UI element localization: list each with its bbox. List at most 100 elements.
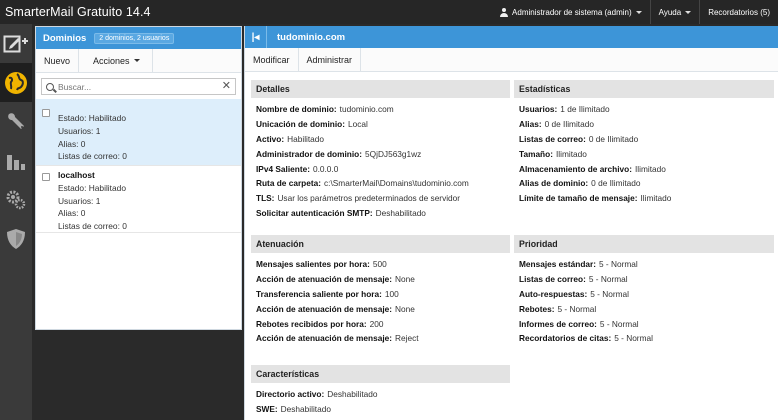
nav-system-settings[interactable] bbox=[0, 180, 32, 219]
top-right-menu: Administrador de sistema (admin) Ayuda R… bbox=[492, 0, 778, 24]
stat-row: Tamaño: Ilimitado bbox=[519, 146, 774, 161]
details-section-title: Detalles bbox=[251, 80, 510, 98]
domain-lists: Listas de correo: 0 bbox=[58, 221, 127, 232]
field-label: Administrador de dominio: bbox=[256, 148, 363, 159]
wrench-icon bbox=[8, 112, 24, 129]
field-value: 0 de Ilimitado bbox=[544, 119, 594, 130]
priority-section: Prioridad Mensajes estándar: 5 - Normal L… bbox=[514, 235, 774, 346]
nav-compose[interactable] bbox=[0, 24, 32, 63]
chevron-down-icon bbox=[133, 59, 140, 62]
search-input[interactable] bbox=[58, 81, 222, 92]
help-menu[interactable]: Ayuda bbox=[649, 0, 700, 24]
detail-toolbar: Modificar Administrar bbox=[245, 48, 778, 72]
help-menu-label: Ayuda bbox=[658, 7, 682, 17]
nav-security[interactable] bbox=[0, 219, 32, 258]
details-section: Detalles Nombre de dominio: tudominio.com… bbox=[251, 80, 510, 221]
domain-list-item[interactable]: Estado: Habilitado Usuarios: 1 Alias: 0 … bbox=[36, 99, 241, 166]
field-label: Usuarios: bbox=[519, 104, 558, 115]
new-domain-button[interactable]: Nuevo bbox=[36, 49, 80, 72]
field-label: Auto-respuestas: bbox=[519, 288, 588, 299]
nav-reports[interactable] bbox=[0, 141, 32, 180]
app-title: SmarterMail Gratuito 14.4 bbox=[5, 5, 151, 19]
field-label: Mensajes estándar: bbox=[519, 259, 597, 270]
field-label: Activo: bbox=[256, 133, 285, 144]
clear-search-icon[interactable]: ✕ bbox=[222, 81, 231, 92]
stat-row: Alias: 0 de Ilimitado bbox=[519, 117, 774, 132]
throttling-section-title: Atenuación bbox=[251, 235, 510, 253]
domain-name: localhost bbox=[58, 170, 95, 180]
reminders-label: Recordatorios (5) bbox=[708, 7, 770, 17]
reminders-link[interactable]: Recordatorios (5) bbox=[699, 0, 778, 24]
field-value: 200 bbox=[369, 318, 384, 329]
detail-row: Activo: Habilitado bbox=[256, 132, 510, 147]
stat-row: Alias de dominio: 0 de Ilimitado bbox=[519, 176, 774, 191]
administer-button[interactable]: Administrar bbox=[299, 48, 362, 71]
field-value: 100 bbox=[384, 288, 399, 299]
field-label: TLS: bbox=[256, 193, 275, 204]
domain-detail-panel: |◂ tudominio.com Modificar Administrar D… bbox=[244, 26, 778, 420]
priority-row: Auto-respuestas: 5 - Normal bbox=[519, 287, 774, 302]
field-value: 5 - Normal bbox=[599, 259, 638, 270]
field-value: 5 - Normal bbox=[557, 303, 597, 314]
domain-aliases: Alias: 0 bbox=[58, 208, 86, 219]
field-value: None bbox=[395, 303, 415, 314]
priority-row: Listas de correo: 5 - Normal bbox=[519, 272, 774, 287]
field-label: Rebotes recibidos por hora: bbox=[256, 318, 367, 329]
user-menu[interactable]: Administrador de sistema (admin) bbox=[492, 0, 650, 24]
field-value: Deshabilitado bbox=[375, 207, 426, 218]
feature-row: SWE: Deshabilitado bbox=[256, 402, 510, 417]
user-icon bbox=[500, 7, 509, 17]
domains-panel: Dominios 2 dominios, 2 usuarios Nuevo Ac… bbox=[35, 26, 242, 330]
search-icon bbox=[46, 82, 54, 91]
field-label: Rebotes: bbox=[519, 303, 555, 314]
field-value: Deshabilitado bbox=[280, 404, 331, 415]
field-value: 5 - Normal bbox=[614, 333, 653, 344]
domain-checkbox[interactable] bbox=[42, 173, 50, 181]
field-label: Alias: bbox=[519, 119, 542, 130]
throttling-section: Atenuación Mensajes salientes por hora: 5… bbox=[251, 235, 510, 346]
features-section: Características Directorio activo: Deshab… bbox=[251, 365, 510, 417]
settings-icon bbox=[6, 190, 26, 209]
nav-settings-tools[interactable] bbox=[0, 102, 32, 141]
nav-domains[interactable] bbox=[0, 63, 32, 102]
priority-row: Mensajes estándar: 5 - Normal bbox=[519, 257, 774, 272]
domains-title: Dominios bbox=[43, 32, 87, 44]
field-label: Límite de tamaño de mensaje: bbox=[519, 193, 638, 204]
detail-row: Solicitar autenticación SMTP: Deshabilita… bbox=[256, 206, 510, 221]
field-value: 5 - Normal bbox=[590, 288, 629, 299]
detail-row: TLS: Usar los parámetros predeterminados … bbox=[256, 191, 510, 206]
field-value: Ilimitado bbox=[634, 163, 666, 174]
domain-users: Usuarios: 1 bbox=[58, 125, 101, 136]
domain-checkbox[interactable] bbox=[42, 109, 50, 117]
throttle-row: Acción de atenuación de mensaje: None bbox=[256, 272, 510, 287]
globe-icon bbox=[5, 71, 27, 94]
domains-count-badge: 2 dominios, 2 usuarios bbox=[94, 32, 175, 44]
domains-panel-header: Dominios 2 dominios, 2 usuarios bbox=[36, 27, 241, 49]
field-label: Nombre de dominio: bbox=[256, 104, 337, 115]
field-value: None bbox=[395, 274, 415, 285]
stat-row: Límite de tamaño de mensaje: Ilimitado bbox=[519, 191, 774, 206]
throttle-row: Acción de atenuación de mensaje: Reject bbox=[256, 331, 510, 346]
priority-row: Recordatorios de citas: 5 - Normal bbox=[519, 331, 774, 346]
field-value: Habilitado bbox=[287, 133, 325, 144]
field-label: Mensajes salientes por hora: bbox=[256, 259, 370, 270]
collapse-panel-icon[interactable]: |◂ bbox=[245, 26, 267, 48]
detail-title: tudominio.com bbox=[277, 31, 346, 43]
detail-row: IPv4 Saliente: 0.0.0.0 bbox=[256, 161, 510, 176]
stats-section: Estadísticas Usuarios: 1 de Ilimitado Ali… bbox=[514, 80, 774, 206]
throttle-row: Transferencia saliente por hora: 100 bbox=[256, 287, 510, 302]
priority-row: Informes de correo: 5 - Normal bbox=[519, 316, 774, 331]
actions-dropdown[interactable]: Acciones bbox=[79, 49, 153, 72]
field-label: Ruta de carpeta: bbox=[256, 178, 322, 189]
domain-aliases: Alias: 0 bbox=[58, 138, 86, 149]
field-label: Transferencia saliente por hora: bbox=[256, 288, 382, 299]
domain-list-item[interactable]: localhost Estado: Habilitado Usuarios: 1… bbox=[36, 166, 241, 233]
field-label: Listas de correo: bbox=[519, 133, 586, 144]
domain-name bbox=[58, 105, 235, 112]
detail-row: Ruta de carpeta: c:\SmarterMail\Domains\t… bbox=[256, 176, 510, 191]
modify-button[interactable]: Modificar bbox=[245, 48, 299, 71]
field-label: Informes de correo: bbox=[519, 318, 597, 329]
field-label: Unicación de dominio: bbox=[256, 119, 345, 130]
field-value: 1 de Ilimitado bbox=[560, 104, 610, 115]
detail-row: Administrador de dominio: 5QjDJ563g1wz bbox=[256, 146, 510, 161]
